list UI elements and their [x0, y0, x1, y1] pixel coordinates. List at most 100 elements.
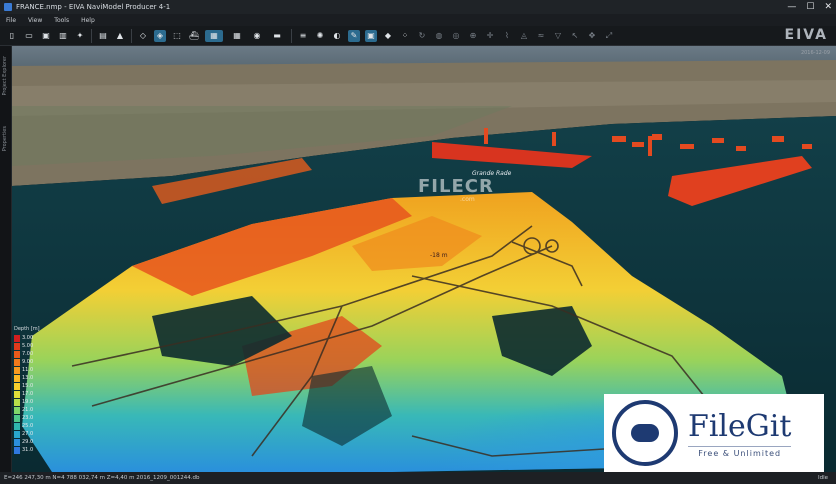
- legend-swatch: [14, 334, 20, 342]
- status-bar: E=246 247,30 m N=4 788 032,74 m Z=4,40 m…: [0, 472, 836, 484]
- rotate-icon[interactable]: ↻: [416, 30, 428, 42]
- satellite-icon[interactable]: ✦: [74, 30, 86, 42]
- axis-icon[interactable]: ✛: [484, 30, 496, 42]
- legend-value: 23.0: [22, 415, 34, 421]
- window-title: FRANCE.nmp - EIVA NaviModel Producer 4-1: [16, 3, 171, 11]
- menu-bar: File View Tools Help: [0, 14, 836, 26]
- filegit-logo-icon: [612, 400, 678, 466]
- status-coordinates: E=246 247,30 m N=4 788 032,74 m Z=4,40 m…: [4, 475, 200, 481]
- menu-file[interactable]: File: [6, 17, 16, 24]
- filter-icon[interactable]: ▽: [552, 30, 564, 42]
- contour-icon[interactable]: ≈: [535, 30, 547, 42]
- menu-help[interactable]: Help: [81, 17, 95, 24]
- palette-icon[interactable]: ◐: [331, 30, 343, 42]
- side-tab-project[interactable]: Project Explorer: [2, 56, 8, 96]
- legend-row: 15.0: [14, 382, 44, 390]
- legend-value: 11.0: [22, 367, 34, 373]
- profile-icon[interactable]: ⌇: [501, 30, 513, 42]
- legend-row: 5.00: [14, 342, 44, 350]
- legend-row: 7.00: [14, 350, 44, 358]
- layer-box-icon[interactable]: ▣: [365, 29, 377, 42]
- filecr-watermark: FILECR: [418, 176, 494, 197]
- view-3d-icon[interactable]: ◈: [154, 29, 166, 42]
- target-icon[interactable]: ◎: [450, 30, 462, 42]
- app-icon: [4, 3, 12, 11]
- legend-swatch: [14, 382, 20, 390]
- layers-icon[interactable]: ≡: [297, 30, 309, 42]
- side-panel: Project Explorer Properties: [0, 46, 12, 472]
- menu-tools[interactable]: Tools: [54, 17, 69, 24]
- legend-row: 23.0: [14, 414, 44, 422]
- legend-swatch: [14, 414, 20, 422]
- filegit-name: FileGit: [688, 408, 792, 444]
- legend-row: 27.0: [14, 430, 44, 438]
- maximize-icon[interactable]: ☐: [806, 2, 814, 12]
- ruler-icon[interactable]: ▬: [268, 30, 286, 42]
- measure-icon[interactable]: ⊕: [467, 30, 479, 42]
- points-icon[interactable]: ⁘: [399, 30, 411, 42]
- side-tab-properties[interactable]: Properties: [2, 126, 8, 151]
- legend-swatch: [14, 374, 20, 382]
- legend-row: 13.0: [14, 374, 44, 382]
- menu-view[interactable]: View: [28, 17, 42, 24]
- pan-icon[interactable]: ✥: [586, 30, 598, 42]
- legend-title: Depth [m]: [14, 326, 40, 332]
- filegit-watermark: FileGit Free & Unlimited: [604, 394, 824, 472]
- legend-swatch: [14, 398, 20, 406]
- legend-swatch: [14, 406, 20, 414]
- toolbar-divider: [291, 28, 292, 43]
- filecr-watermark-sub: .com: [460, 196, 475, 203]
- fit-icon[interactable]: ⤢: [603, 30, 615, 42]
- grid-icon[interactable]: ▦: [228, 30, 246, 42]
- cube-icon[interactable]: ◇: [137, 30, 149, 42]
- legend-row: 3.00: [14, 334, 44, 342]
- legend-swatch: [14, 390, 20, 398]
- toolbar-divider: [91, 28, 92, 43]
- close-icon[interactable]: ✕: [824, 2, 832, 12]
- legend-value: 31.0: [22, 447, 34, 453]
- legend-swatch: [14, 350, 20, 358]
- save-icon[interactable]: ▣: [40, 30, 52, 42]
- main-toolbar: ▯ ▭ ▣ ▥ ✦ ▤ ▲ ◇ ◈ ⬚ ⛴ ▦ ▦ ◉ ▬ ≡ ✺ ◐ ✎ ▣ …: [0, 26, 836, 46]
- legend-value: 7.00: [22, 351, 34, 357]
- legend-swatch: [14, 422, 20, 430]
- terrain-icon[interactable]: ▦: [205, 29, 223, 42]
- legend-row: 25.0: [14, 422, 44, 430]
- new-file-icon[interactable]: ▯: [6, 30, 18, 42]
- legend-value: 9.00: [22, 359, 34, 365]
- legend-value: 3.00: [22, 335, 34, 341]
- depth-annotation: -18 m: [430, 252, 448, 259]
- legend-value: 19.0: [22, 399, 34, 405]
- north-arrow-icon[interactable]: ▲: [114, 30, 126, 42]
- title-bar: FRANCE.nmp - EIVA NaviModel Producer 4-1…: [0, 0, 836, 14]
- legend-row: 21.0: [14, 406, 44, 414]
- open-folder-icon[interactable]: ▭: [23, 30, 35, 42]
- tag-icon[interactable]: ◆: [382, 30, 394, 42]
- legend-value: 5.00: [22, 343, 34, 349]
- surface-icon[interactable]: ◬: [518, 30, 530, 42]
- select-icon[interactable]: ↖: [569, 30, 581, 42]
- sun-icon[interactable]: ✺: [314, 30, 326, 42]
- vessel-icon[interactable]: ⛴: [188, 30, 200, 42]
- legend-value: 15.0: [22, 383, 34, 389]
- legend-swatch: [14, 438, 20, 446]
- filegit-tagline: Free & Unlimited: [688, 445, 792, 458]
- toolbar-divider: [131, 28, 132, 43]
- timestamp-readout: 2016-12-09: [800, 50, 830, 56]
- zoom-2d-icon[interactable]: ▤: [97, 30, 109, 42]
- brush-icon[interactable]: ✎: [348, 29, 360, 42]
- legend-value: 13.0: [22, 375, 34, 381]
- chart-icon[interactable]: ▥: [57, 30, 69, 42]
- camera-icon[interactable]: ◉: [251, 30, 263, 42]
- legend-row: 17.0: [14, 390, 44, 398]
- minimize-icon[interactable]: —: [787, 2, 796, 12]
- legend-value: 25.0: [22, 423, 34, 429]
- legend-value: 17.0: [22, 391, 34, 397]
- legend-row: 29.0: [14, 438, 44, 446]
- eiva-logo: EIVA: [784, 27, 828, 43]
- map-icon[interactable]: ⬚: [171, 30, 183, 42]
- globe-icon[interactable]: ◍: [433, 30, 445, 42]
- legend-swatch: [14, 358, 20, 366]
- legend-swatch: [14, 342, 20, 350]
- legend-swatch: [14, 430, 20, 438]
